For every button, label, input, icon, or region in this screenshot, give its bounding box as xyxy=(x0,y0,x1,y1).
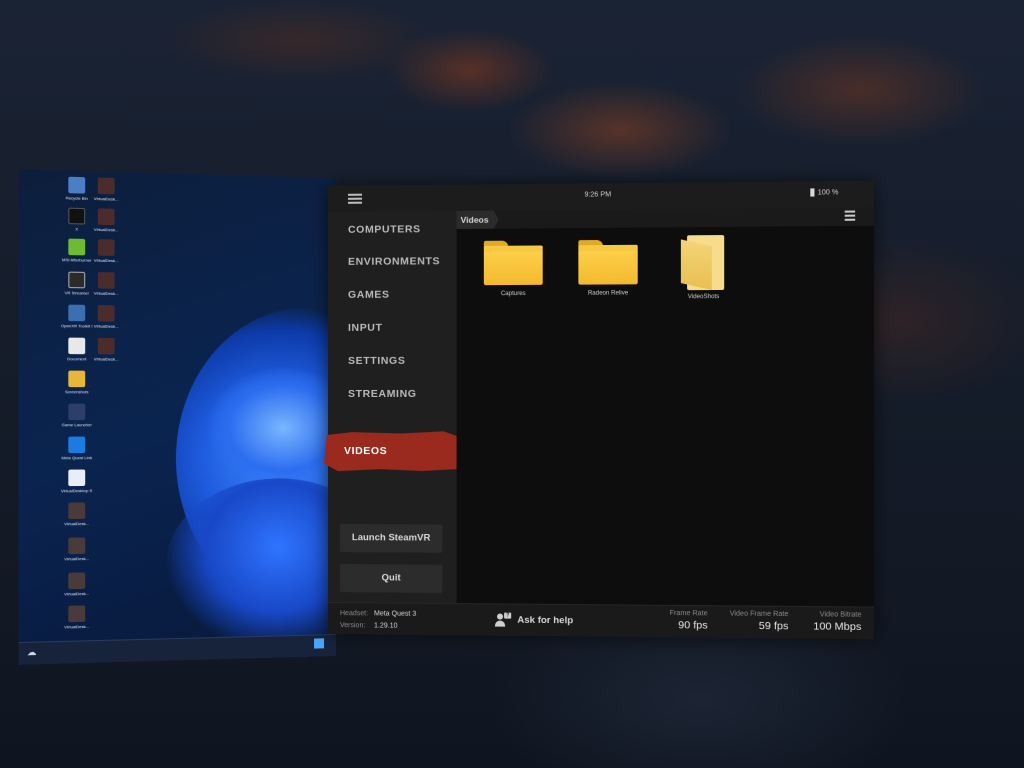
desktop-mirror-panel[interactable]: Recycle Bin VirtualDesk... X VirtualDesk… xyxy=(18,169,337,665)
nav-streaming[interactable]: STREAMING xyxy=(328,381,457,407)
nav-environments[interactable]: ENVIRONMENTS xyxy=(328,248,457,275)
desktop-icon[interactable]: MSI Afterburner xyxy=(61,238,93,263)
windows-start-icon[interactable] xyxy=(314,638,325,649)
desktop-icon[interactable]: Meta Quest Link xyxy=(61,436,93,461)
headset-label: Headset: xyxy=(339,610,369,618)
video-bitrate-label: Video Bitrate xyxy=(819,611,862,619)
folder-label: VideoShots xyxy=(687,294,720,301)
desktop-icon[interactable]: Recycle Bin xyxy=(61,176,93,202)
folder-icon xyxy=(578,239,638,285)
nav-computers[interactable]: COMPUTERS xyxy=(328,216,457,243)
weather-icon[interactable]: ☁ xyxy=(27,647,40,660)
nav-settings[interactable]: SETTINGS xyxy=(328,348,457,374)
frame-rate-stat: Frame Rate 90 fps xyxy=(670,610,708,632)
desktop-icon[interactable]: VirtualDesk... xyxy=(90,337,121,362)
desktop-icon[interactable]: VirtualDesk... xyxy=(61,502,93,526)
virtual-desktop-app-panel: 9:26 PM 100 % COMPUTERS ENVIRONMENTS GAM… xyxy=(328,180,874,640)
folder-icon xyxy=(483,240,543,286)
quit-button[interactable]: Quit xyxy=(339,564,443,593)
nav-videos[interactable]: VIDEOS xyxy=(328,438,457,464)
video-bitrate-value: 100 Mbps xyxy=(813,620,862,634)
desktop-icon[interactable]: VirtualDesk... xyxy=(61,605,93,630)
footer-bar: Headset: Meta Quest 3 Version: 1.29.10 ?… xyxy=(328,602,874,640)
ask-for-help-label: Ask for help xyxy=(517,614,574,626)
desktop-icon[interactable]: Game Launcher xyxy=(61,403,93,428)
frame-rate-label: Frame Rate xyxy=(669,609,708,618)
folder-label: Captures xyxy=(500,290,526,298)
battery-icon xyxy=(810,188,815,197)
desktop-icon[interactable]: VirtualDesk... xyxy=(61,572,93,597)
ask-for-help-button[interactable]: ? Ask for help xyxy=(494,612,574,627)
video-frame-rate-value: 59 fps xyxy=(758,619,789,633)
support-person-icon: ? xyxy=(494,612,512,627)
launch-steamvr-button[interactable]: Launch SteamVR xyxy=(339,524,443,553)
video-frame-rate-label: Video Frame Rate xyxy=(729,610,789,619)
folder-label: Radeon Relive xyxy=(587,290,629,297)
desktop-icon[interactable]: VirtualDesk... xyxy=(90,272,121,296)
folder-radeon-relive[interactable]: Radeon Relive xyxy=(567,239,649,297)
battery-status: 100 % xyxy=(810,188,839,197)
desktop-icon[interactable]: Screenshots xyxy=(61,370,93,395)
breadcrumb-bar: Videos xyxy=(456,207,874,229)
taskbar: ☁ xyxy=(18,634,337,665)
desktop-icon[interactable]: OpenXR Toolkit Companion xyxy=(61,304,93,329)
battery-level: 100 % xyxy=(817,188,839,197)
desktop-icon[interactable]: Document xyxy=(61,337,93,362)
nav-games[interactable]: GAMES xyxy=(328,281,457,308)
headset-value: Meta Quest 3 xyxy=(374,610,417,618)
breadcrumb-videos[interactable]: Videos xyxy=(457,211,499,229)
content-area: Videos Captures Radeon Relive VideoShots xyxy=(456,207,874,607)
desktop-icon[interactable]: VirtualDesktop Streamer xyxy=(61,469,93,493)
folder-captures[interactable]: Captures xyxy=(473,240,554,297)
clock: 9:26 PM xyxy=(584,191,612,199)
desktop-icon[interactable]: VirtualDesk... xyxy=(61,537,93,561)
open-folder-icon xyxy=(681,235,726,290)
version-value: 1.29.10 xyxy=(374,622,398,630)
video-bitrate-stat: Video Bitrate 100 Mbps xyxy=(813,611,861,633)
list-view-icon[interactable] xyxy=(844,210,860,222)
video-frame-rate-stat: Video Frame Rate 59 fps xyxy=(730,610,789,632)
desktop-icon[interactable]: X xyxy=(61,207,93,232)
desktop-icon[interactable]: VirtualDesk... xyxy=(90,304,121,329)
sidebar: COMPUTERS ENVIRONMENTS GAMES INPUT SETTI… xyxy=(328,210,457,604)
nav-input[interactable]: INPUT xyxy=(328,314,457,341)
frame-rate-value: 90 fps xyxy=(678,619,708,632)
desktop-icon[interactable]: VR Streamer xyxy=(61,271,93,296)
desktop-icon[interactable]: VirtualDesk... xyxy=(90,239,121,263)
version-label: Version: xyxy=(339,622,366,630)
folder-videoshots[interactable]: VideoShots xyxy=(662,235,745,301)
desktop-icons: Recycle Bin VirtualDesk... X VirtualDesk… xyxy=(38,174,133,630)
desktop-icon[interactable]: VirtualDesk... xyxy=(90,177,121,202)
desktop-icon[interactable]: VirtualDesk... xyxy=(90,208,121,232)
